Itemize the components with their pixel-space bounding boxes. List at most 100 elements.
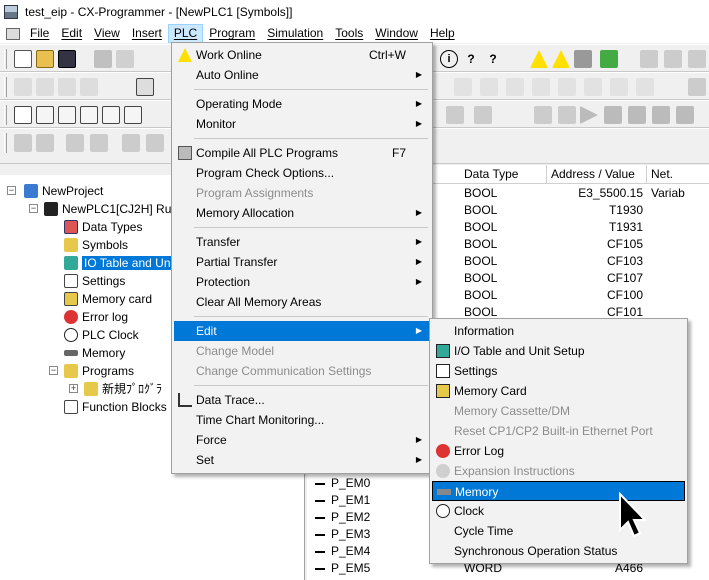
menu-item-auto-online[interactable]: Auto Online ▶ bbox=[174, 65, 430, 85]
expand-toggle[interactable]: + bbox=[69, 384, 78, 393]
toolbar-icon[interactable] bbox=[558, 106, 576, 124]
menu-item-compile-all[interactable]: Compile All PLC Programs F7 bbox=[174, 143, 430, 163]
toolbar-icon[interactable] bbox=[688, 78, 706, 96]
toolbar-icon[interactable] bbox=[446, 106, 464, 124]
copy-icon[interactable] bbox=[36, 78, 54, 96]
menu-program[interactable]: Program bbox=[203, 24, 261, 43]
tree-item-program[interactable]: 新規ﾌﾟﾛｸﾞﾗ bbox=[84, 380, 162, 397]
column-net-variable[interactable]: Net. Variab bbox=[647, 165, 709, 200]
tree-item-programs[interactable]: Programs bbox=[64, 362, 134, 379]
menu-item-clear-all-memory[interactable]: Clear All Memory Areas bbox=[174, 292, 430, 312]
menu-plc[interactable]: PLC bbox=[167, 24, 204, 43]
menu-item-data-trace[interactable]: Data Trace... bbox=[174, 390, 430, 410]
menu-item-work-online[interactable]: Work Online Ctrl+W bbox=[174, 45, 430, 65]
step-icon[interactable] bbox=[628, 106, 646, 124]
online-icon[interactable] bbox=[552, 50, 570, 68]
transfer-icon[interactable] bbox=[574, 50, 592, 68]
list-icon[interactable] bbox=[90, 134, 108, 152]
indent-icon[interactable] bbox=[14, 134, 32, 152]
outdent-icon[interactable] bbox=[36, 134, 54, 152]
toolbar-icon[interactable] bbox=[688, 50, 706, 68]
menu-item-set[interactable]: Set ▶ bbox=[174, 450, 430, 470]
menu-item-time-chart[interactable]: Time Chart Monitoring... bbox=[174, 410, 430, 430]
new-icon[interactable] bbox=[14, 50, 32, 68]
toolbar-grip[interactable] bbox=[4, 133, 7, 153]
menu-item-operating-mode[interactable]: Operating Mode ▶ bbox=[174, 94, 430, 114]
view-icon[interactable] bbox=[102, 106, 120, 124]
toolbar-icon[interactable] bbox=[534, 106, 552, 124]
step-icon[interactable] bbox=[676, 106, 694, 124]
toolbar-grip[interactable] bbox=[4, 49, 7, 69]
contact-icon[interactable] bbox=[584, 78, 602, 96]
print-icon[interactable] bbox=[94, 50, 112, 68]
tree-item-function-blocks[interactable]: Function Blocks bbox=[64, 398, 167, 415]
tree-item-plc-clock[interactable]: PLC Clock bbox=[64, 326, 139, 343]
submenu-item-information[interactable]: Information bbox=[432, 321, 685, 341]
contact-icon[interactable] bbox=[610, 78, 628, 96]
toolbar-grip[interactable] bbox=[4, 77, 7, 97]
tree-item-settings[interactable]: Settings bbox=[64, 272, 125, 289]
contact-icon[interactable] bbox=[454, 78, 472, 96]
stop-icon[interactable] bbox=[604, 106, 622, 124]
collapse-toggle[interactable]: − bbox=[7, 186, 16, 195]
context-help-icon[interactable]: ? bbox=[484, 50, 502, 68]
contact-icon[interactable] bbox=[532, 78, 550, 96]
contact-icon[interactable] bbox=[506, 78, 524, 96]
open-icon[interactable] bbox=[36, 50, 54, 68]
view-icon[interactable] bbox=[80, 106, 98, 124]
tool-icon[interactable] bbox=[122, 134, 140, 152]
view-icon[interactable] bbox=[36, 106, 54, 124]
menu-file[interactable]: File bbox=[24, 24, 55, 43]
view-icon[interactable] bbox=[14, 106, 32, 124]
submenu-item-sync-status[interactable]: Synchronous Operation Status bbox=[432, 541, 685, 561]
menu-item-force[interactable]: Force ▶ bbox=[174, 430, 430, 450]
menu-view[interactable]: View bbox=[88, 24, 126, 43]
menu-item-transfer[interactable]: Transfer ▶ bbox=[174, 232, 430, 252]
column-data-type[interactable]: Data Type bbox=[460, 165, 547, 184]
monitor-icon[interactable] bbox=[600, 50, 618, 68]
save-icon[interactable] bbox=[58, 50, 76, 68]
zoom-out-icon[interactable] bbox=[80, 78, 98, 96]
menu-item-partial-transfer[interactable]: Partial Transfer ▶ bbox=[174, 252, 430, 272]
menu-item-protection[interactable]: Protection ▶ bbox=[174, 272, 430, 292]
tree-item-data-types[interactable]: Data Types bbox=[64, 218, 142, 235]
tree-project[interactable]: NewProject bbox=[24, 182, 103, 199]
submenu-item-io-table[interactable]: I/O Table and Unit Setup bbox=[432, 341, 685, 361]
play-icon[interactable] bbox=[580, 106, 598, 124]
ladder-icon[interactable] bbox=[136, 78, 154, 96]
toolbar-icon[interactable] bbox=[640, 50, 658, 68]
toolbar-grip[interactable] bbox=[4, 105, 7, 125]
view-icon[interactable] bbox=[124, 106, 142, 124]
submenu-item-settings[interactable]: Settings bbox=[432, 361, 685, 381]
menu-item-memory-allocation[interactable]: Memory Allocation ▶ bbox=[174, 203, 430, 223]
column-address[interactable]: Address / Value bbox=[547, 165, 647, 184]
tree-item-memory[interactable]: Memory bbox=[64, 344, 125, 361]
collapse-toggle[interactable]: − bbox=[29, 204, 38, 213]
menu-edit[interactable]: Edit bbox=[55, 24, 88, 43]
contact-icon[interactable] bbox=[558, 78, 576, 96]
document-icon[interactable] bbox=[6, 27, 20, 40]
help-icon[interactable]: ? bbox=[462, 50, 480, 68]
toolbar-icon[interactable] bbox=[474, 106, 492, 124]
view-icon[interactable] bbox=[58, 106, 76, 124]
tree-item-memory-card[interactable]: Memory card bbox=[64, 290, 152, 307]
zoom-in-icon[interactable] bbox=[58, 78, 76, 96]
step-icon[interactable] bbox=[652, 106, 670, 124]
menu-help[interactable]: Help bbox=[424, 24, 461, 43]
menu-tools[interactable]: Tools bbox=[329, 24, 369, 43]
menu-simulation[interactable]: Simulation bbox=[261, 24, 329, 43]
submenu-item-error-log[interactable]: Error Log bbox=[432, 441, 685, 461]
info-icon[interactable]: i bbox=[440, 50, 458, 68]
toolbar-icon[interactable] bbox=[664, 50, 682, 68]
list-icon[interactable] bbox=[66, 134, 84, 152]
print-preview-icon[interactable] bbox=[116, 50, 134, 68]
collapse-toggle[interactable]: − bbox=[49, 366, 58, 375]
cut-icon[interactable] bbox=[14, 78, 32, 96]
menu-item-monitor[interactable]: Monitor ▶ bbox=[174, 114, 430, 134]
tree-item-symbols[interactable]: Symbols bbox=[64, 236, 128, 253]
menu-item-edit[interactable]: Edit ▶ bbox=[174, 321, 430, 341]
coil-icon[interactable] bbox=[480, 78, 498, 96]
tool-icon[interactable] bbox=[146, 134, 164, 152]
menu-item-program-check[interactable]: Program Check Options... bbox=[174, 163, 430, 183]
menu-insert[interactable]: Insert bbox=[126, 24, 168, 43]
